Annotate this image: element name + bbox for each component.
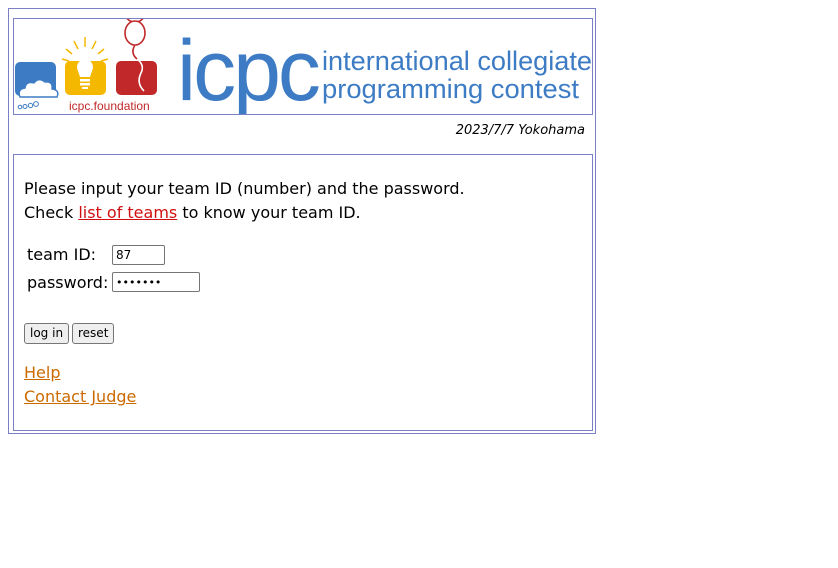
instruction-line2: Check list of teams to know your team ID… <box>24 201 465 225</box>
instruction-prefix: Check <box>24 203 79 222</box>
tagline-line2: programming contest <box>322 74 579 104</box>
foundation-label: icpc.foundation <box>69 99 150 113</box>
help-link[interactable]: Help <box>24 363 60 382</box>
icpc-logo-text: icpc <box>177 23 319 114</box>
team-id-row: team ID: <box>27 244 165 266</box>
date-location: 2023/7/7 Yokohama <box>455 123 585 138</box>
login-button[interactable]: log in <box>24 323 70 344</box>
icpc-banner-logo: icpc.foundation icpc international colle… <box>15 19 592 114</box>
list-of-teams-link[interactable]: list of teams <box>78 203 177 222</box>
password-row: password: <box>27 272 200 294</box>
cloud-icon <box>15 62 59 110</box>
team-id-label: team ID: <box>27 245 97 264</box>
instruction-suffix: to know your team ID. <box>177 203 361 222</box>
contact-judge-link[interactable]: Contact Judge <box>24 387 136 406</box>
lightbulb-icon <box>61 37 109 95</box>
password-input[interactable] <box>112 272 200 292</box>
balloon-icon <box>116 19 157 95</box>
instruction-line1: Please input your team ID (number) and t… <box>24 179 465 198</box>
team-id-input[interactable] <box>112 245 165 265</box>
reset-button[interactable]: reset <box>72 323 115 344</box>
icpc-banner: icpc.foundation icpc international colle… <box>13 18 593 115</box>
password-label: password: <box>27 273 109 292</box>
tagline-line1: international collegiate <box>322 46 592 76</box>
page-frame: icpc.foundation icpc international colle… <box>8 8 596 434</box>
login-panel: Please input your team ID (number) and t… <box>13 154 593 431</box>
instructions: Please input your team ID (number) and t… <box>24 177 465 225</box>
